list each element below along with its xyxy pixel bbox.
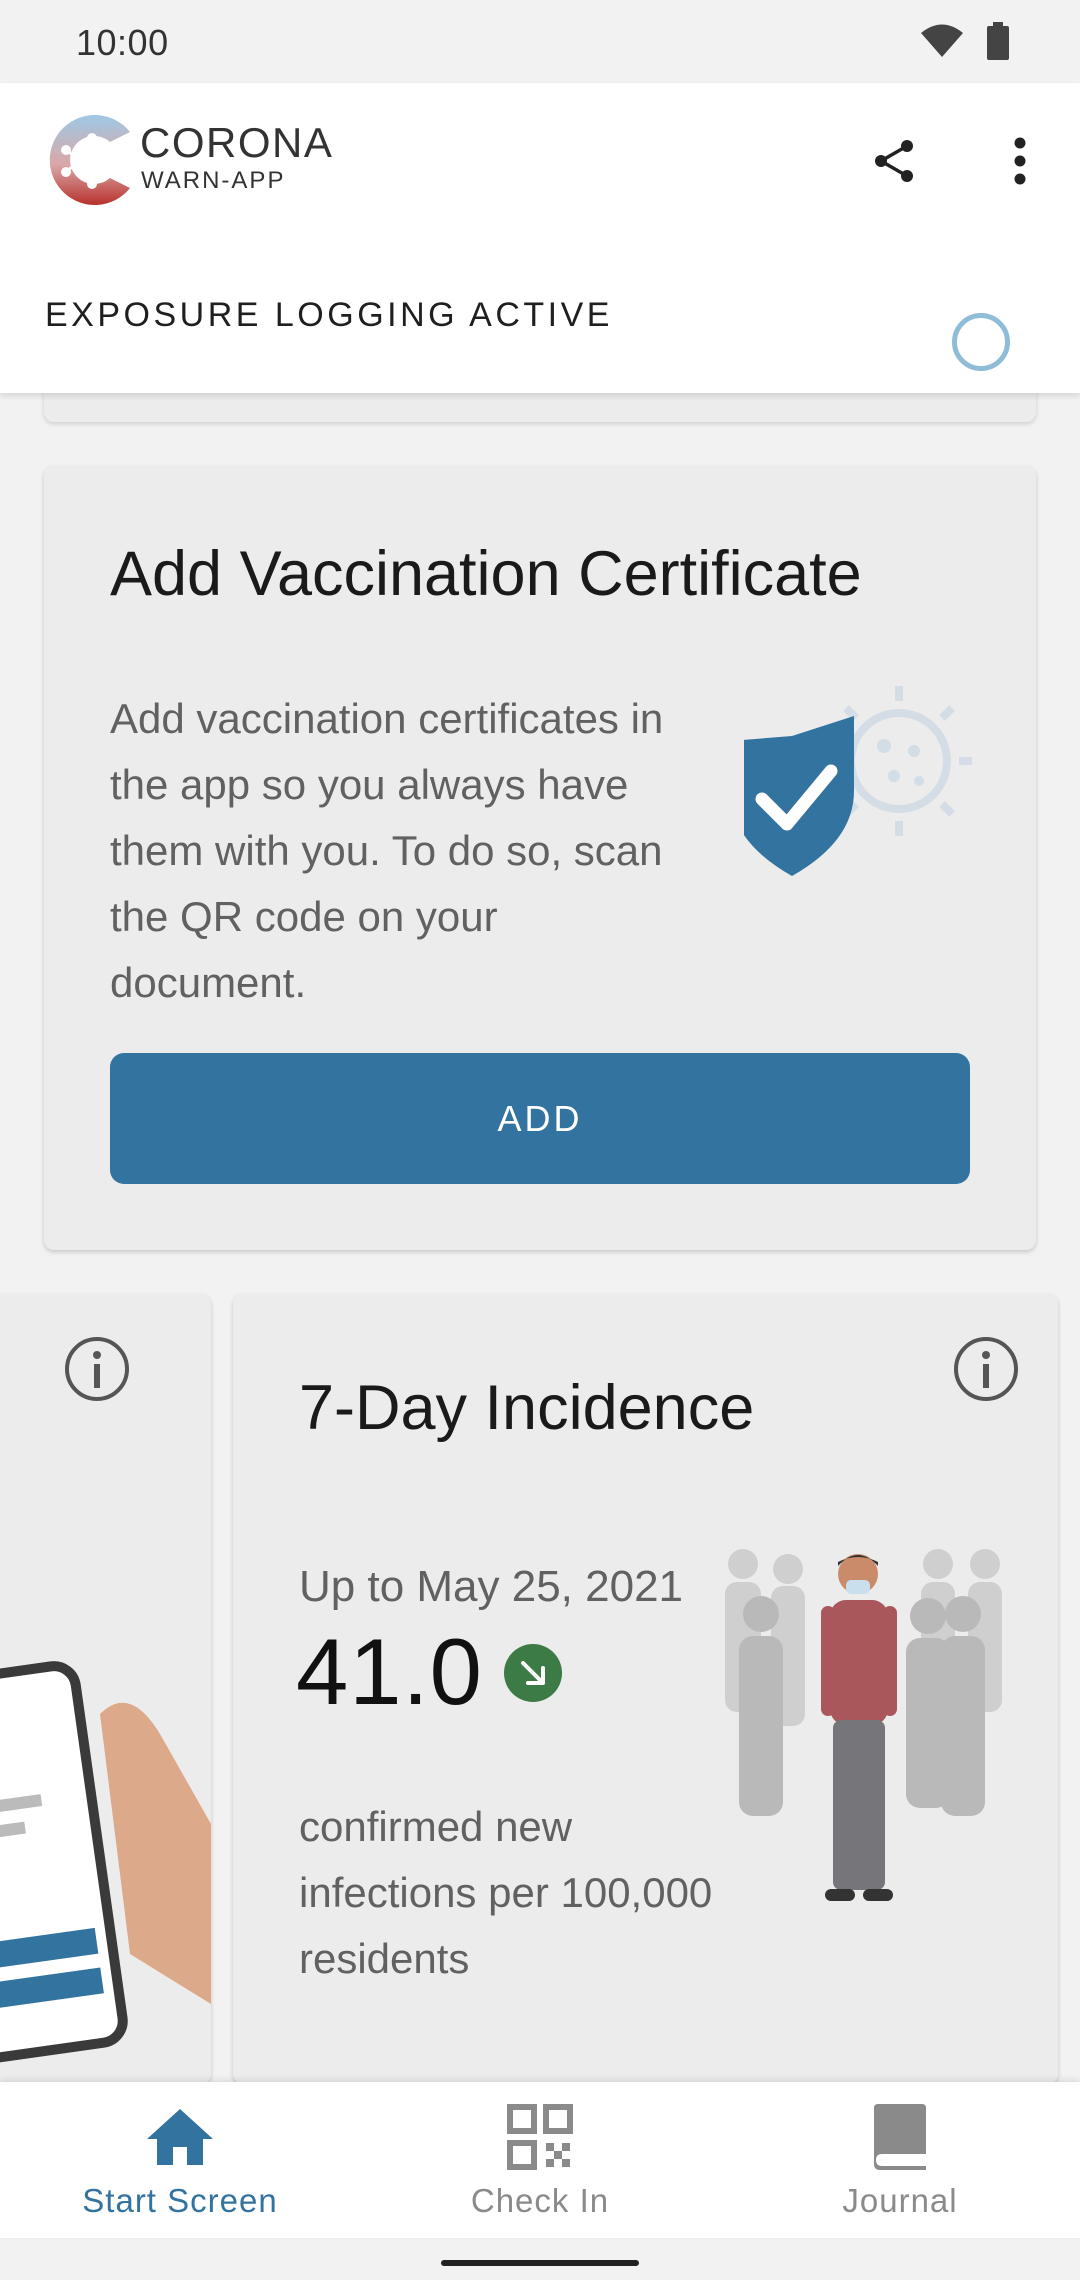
nav-label: Check In [470,2182,610,2219]
status-bar: 10:00 [0,0,1080,83]
card-title: 7-Day Incidence [299,1373,755,1443]
logo-text-warn-app: WARN-APP [141,167,286,194]
qr-code-icon [505,2102,575,2172]
home-gesture-bar[interactable] [441,2260,639,2266]
card-title: Add Vaccination Certificate [110,539,862,609]
logo-text-corona: CORONA [140,119,334,166]
info-icon[interactable] [64,1336,130,1402]
status-icons [920,22,1010,60]
share-button[interactable] [866,133,922,189]
exposure-logging-status[interactable]: EXPOSURE LOGGING ACTIVE [45,296,613,335]
info-icon[interactable] [953,1336,1019,1402]
incidence-description: confirmed new infections per 100,000 res… [299,1803,713,1982]
corona-warn-app-logo [49,115,130,205]
nav-item-start-screen[interactable]: Start Screen [0,2082,360,2238]
app-header: CORONA WARN-APP EXPOSURE LOGGING ACTIVE [0,83,1080,393]
more-options-button[interactable] [992,133,1048,189]
gesture-navigation-area [0,2238,1080,2280]
vaccination-certificate-card[interactable]: Add Vaccination Certificate Add vaccinat… [44,466,1036,1250]
add-vaccination-button[interactable]: ADD [110,1053,970,1184]
nav-item-check-in[interactable]: Check In [360,2082,720,2238]
crowd-with-masked-person-illustration [725,1549,1002,1901]
share-icon [875,140,913,182]
journal-icon [865,2102,935,2172]
trend-down-arrow-icon [504,1644,562,1702]
nav-label: Journal [842,2182,958,2219]
nav-item-journal[interactable]: Journal [720,2082,1080,2238]
battery-icon [987,22,1009,60]
status-time: 10:00 [76,22,169,63]
incidence-statistics-card[interactable]: 7-Day Incidence Up to May 25, 2021 41.0 … [233,1294,1058,2084]
card-description: Add vaccination certificates in the app … [110,695,664,1006]
more-vert-icon [1014,137,1026,185]
nav-label: Start Screen [82,2182,278,2219]
wifi-icon [921,24,963,57]
vaccination-shield-icon [744,686,972,876]
bottom-navigation: Start Screen Check In Journal [0,2082,1080,2238]
exposure-status-ring-icon [952,313,1010,371]
home-icon [145,2102,215,2172]
statistics-card-previous[interactable] [0,1294,211,2084]
incidence-date: Up to May 25, 2021 [299,1562,684,1611]
incidence-value: 41.0 [296,1619,483,1724]
phone-in-hand-illustration [0,1661,211,2067]
